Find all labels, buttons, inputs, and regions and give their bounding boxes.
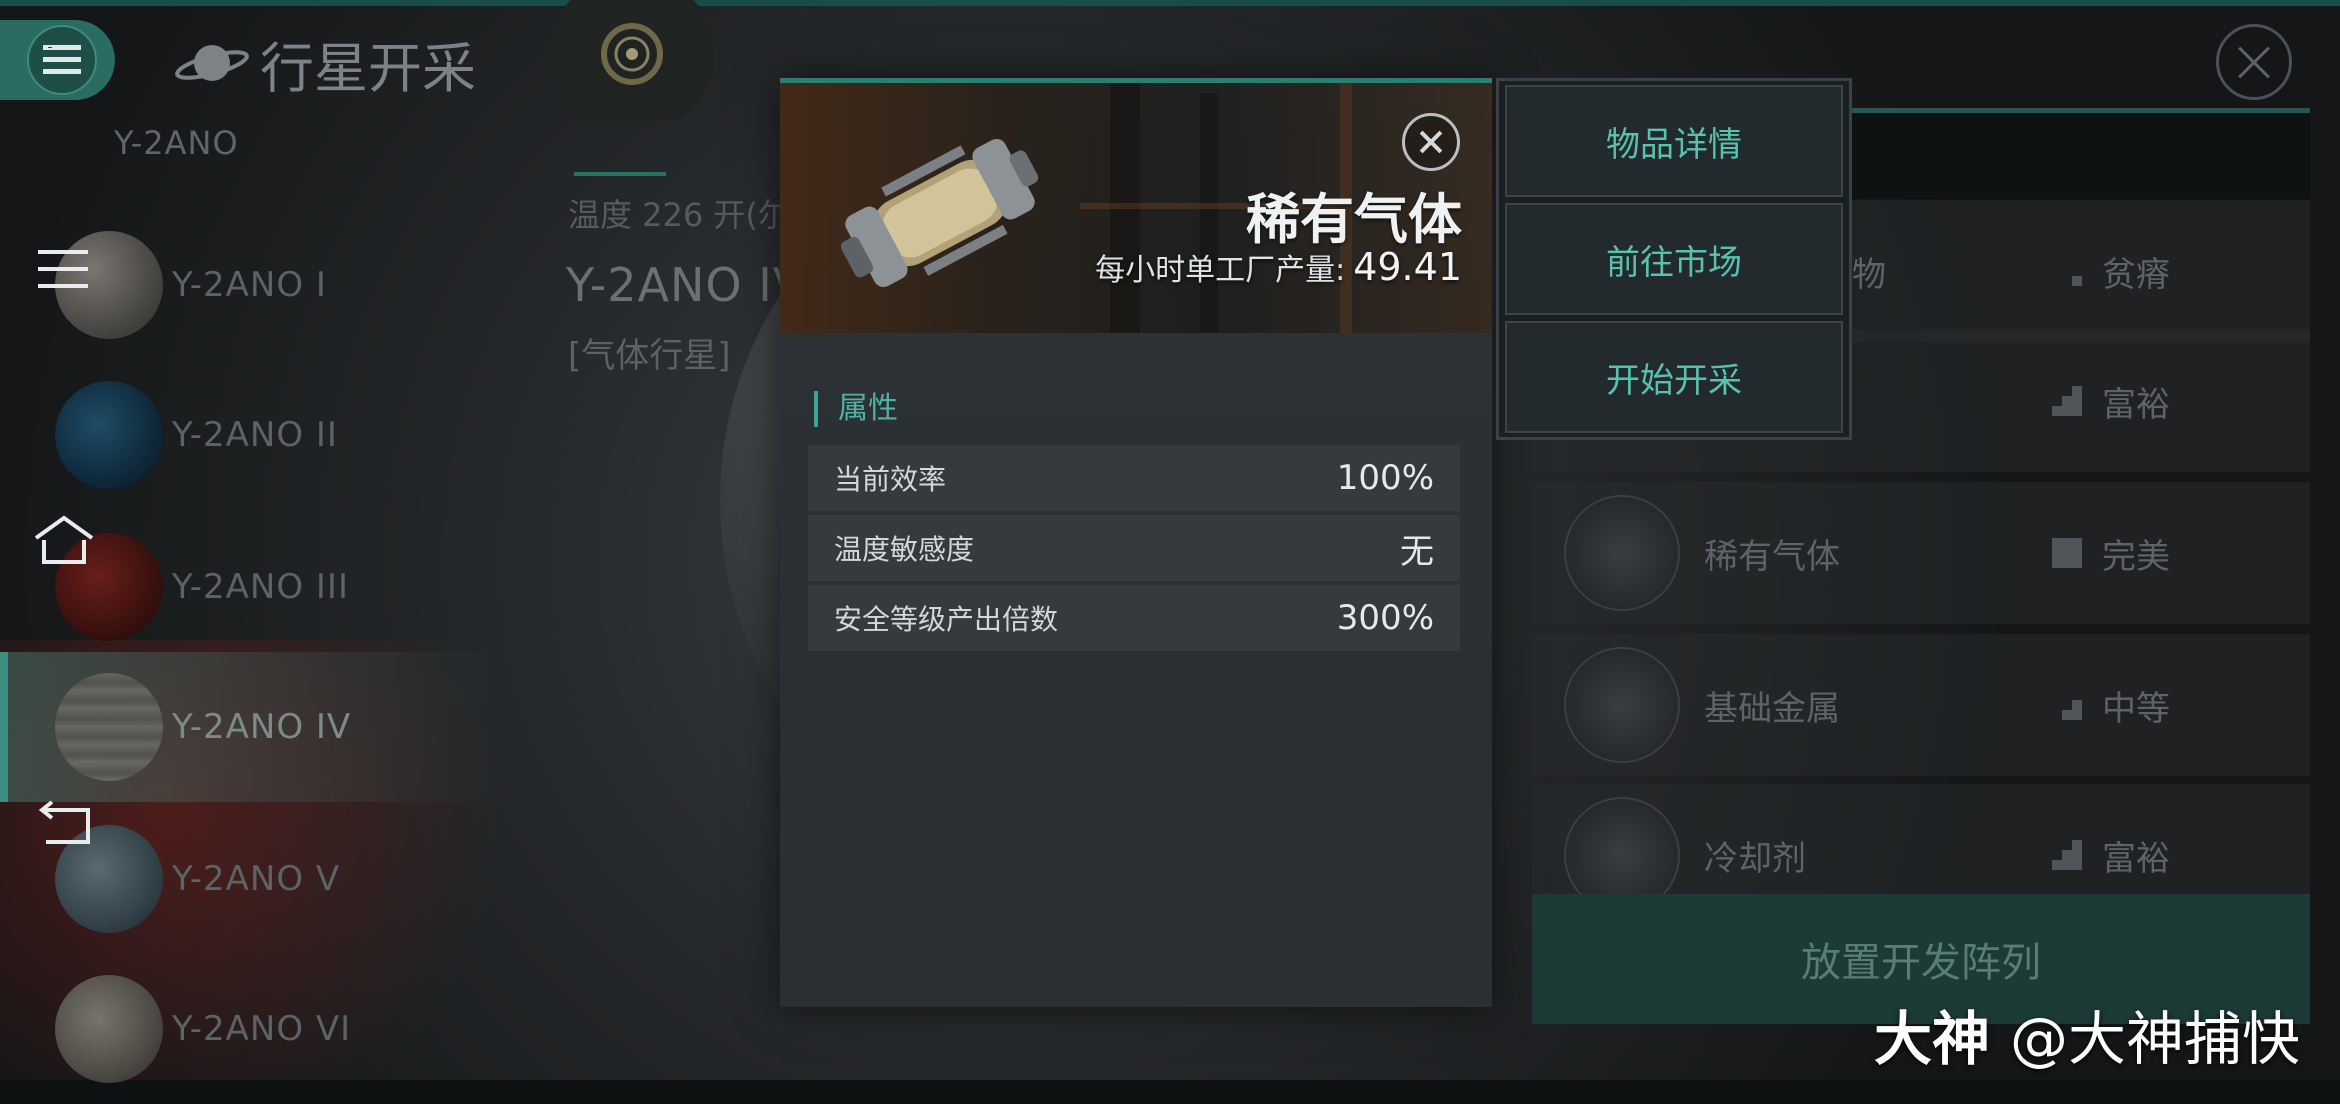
production-label: 每小时单工厂产量:	[1095, 253, 1346, 288]
start-mining-button[interactable]: 开始开采	[1505, 321, 1843, 433]
page-title-text: 行星开采	[260, 36, 476, 100]
home-icon[interactable]	[30, 510, 100, 570]
production-value: 49.41	[1353, 245, 1462, 289]
grade-icon	[2052, 538, 2082, 568]
attribute-value: 无	[1400, 531, 1434, 572]
planet-thumbnail	[55, 975, 163, 1083]
planet-label: Y-2ANO II	[172, 415, 338, 455]
hamburger-icon[interactable]	[30, 240, 100, 300]
back-icon[interactable]	[30, 796, 100, 856]
resource-grade: 完美	[2102, 536, 2170, 577]
planet-item-selected[interactable]: Y-2ANO IV	[0, 652, 500, 802]
attribute-row: 温度敏感度 无	[808, 515, 1460, 581]
planet-item[interactable]: Y-2ANO II	[0, 360, 500, 510]
main-menu-button[interactable]	[0, 20, 115, 100]
grade-icon	[2052, 840, 2082, 870]
resource-name: 冷却剂	[1704, 838, 1806, 879]
tab-indicator	[574, 172, 666, 176]
planet-label: Y-2ANO IV	[172, 707, 352, 747]
rare-gas-canister-icon	[840, 138, 1039, 288]
planet-thumbnail	[55, 381, 163, 489]
item-header: 稀有气体 每小时单工厂产量: 49.41	[780, 83, 1492, 333]
menu-icon	[27, 25, 97, 95]
watermark-handle: @大神捕快	[2010, 1005, 2301, 1073]
rare-gas-icon	[1564, 495, 1680, 611]
top-accent-bar	[0, 0, 2340, 6]
page-title: 行星开采	[172, 28, 476, 100]
planet-thumbnail	[55, 673, 163, 781]
go-to-market-button[interactable]: 前往市场	[1505, 203, 1843, 315]
panel-close-button[interactable]	[2216, 24, 2292, 100]
item-name: 稀有气体	[1246, 188, 1462, 251]
base-metal-icon	[1564, 647, 1680, 763]
resource-name: 物	[1852, 254, 1886, 295]
resource-grade: 富裕	[2102, 838, 2170, 879]
attribute-row: 安全等级产出倍数 300%	[808, 585, 1460, 651]
planet-label: Y-2ANO III	[172, 567, 349, 607]
resource-name: 基础金属	[1704, 688, 1840, 729]
grade-icon	[2072, 276, 2082, 286]
item-detail-modal: 稀有气体 每小时单工厂产量: 49.41 属性 当前效率 100% 温度敏感度 …	[780, 78, 1492, 1007]
attribute-value: 300%	[1336, 598, 1434, 638]
grade-icon	[2062, 700, 2082, 720]
scan-tab-icon[interactable]	[548, 0, 716, 120]
item-action-menu: 物品详情 前往市场 开始开采	[1496, 78, 1852, 440]
close-icon[interactable]	[1402, 113, 1460, 171]
resource-row[interactable]: 基础金属 中等	[1532, 634, 2310, 776]
attribute-key: 安全等级产出倍数	[834, 603, 1059, 636]
planet-type: [气体行星]	[568, 336, 731, 376]
planet-label: Y-2ANO V	[172, 859, 341, 899]
attribute-row: 当前效率 100%	[808, 445, 1460, 511]
system-name: Y-2ANO	[114, 124, 239, 162]
resource-row[interactable]: 稀有气体 完美	[1532, 482, 2310, 624]
resource-name: 稀有气体	[1704, 536, 1840, 577]
temperature-text: 温度 226 开(尔	[568, 196, 790, 234]
attributes-title: 属性	[814, 391, 898, 427]
attribute-value: 100%	[1336, 458, 1434, 498]
planet-icon	[175, 45, 249, 81]
resource-grade: 富裕	[2102, 384, 2170, 425]
planet-item[interactable]: Y-2ANO VI	[0, 954, 500, 1104]
planet-label: Y-2ANO VI	[172, 1009, 352, 1049]
watermark-brand: 大神	[1874, 1005, 1991, 1073]
production-rate: 每小时单工厂产量: 49.41	[1095, 245, 1462, 289]
attribute-key: 当前效率	[834, 463, 947, 496]
planet-name: Y-2ANO IV	[566, 258, 806, 312]
item-details-button[interactable]: 物品详情	[1505, 85, 1843, 197]
resource-grade: 中等	[2102, 688, 2170, 729]
planet-label: Y-2ANO I	[172, 265, 327, 305]
attribute-key: 温度敏感度	[834, 533, 975, 566]
grade-icon	[2052, 386, 2082, 416]
watermark: 大神 @大神捕快	[1874, 992, 2300, 1076]
attributes-table: 当前效率 100% 温度敏感度 无 安全等级产出倍数 300%	[808, 445, 1460, 655]
resource-grade: 贫瘠	[2102, 254, 2170, 295]
